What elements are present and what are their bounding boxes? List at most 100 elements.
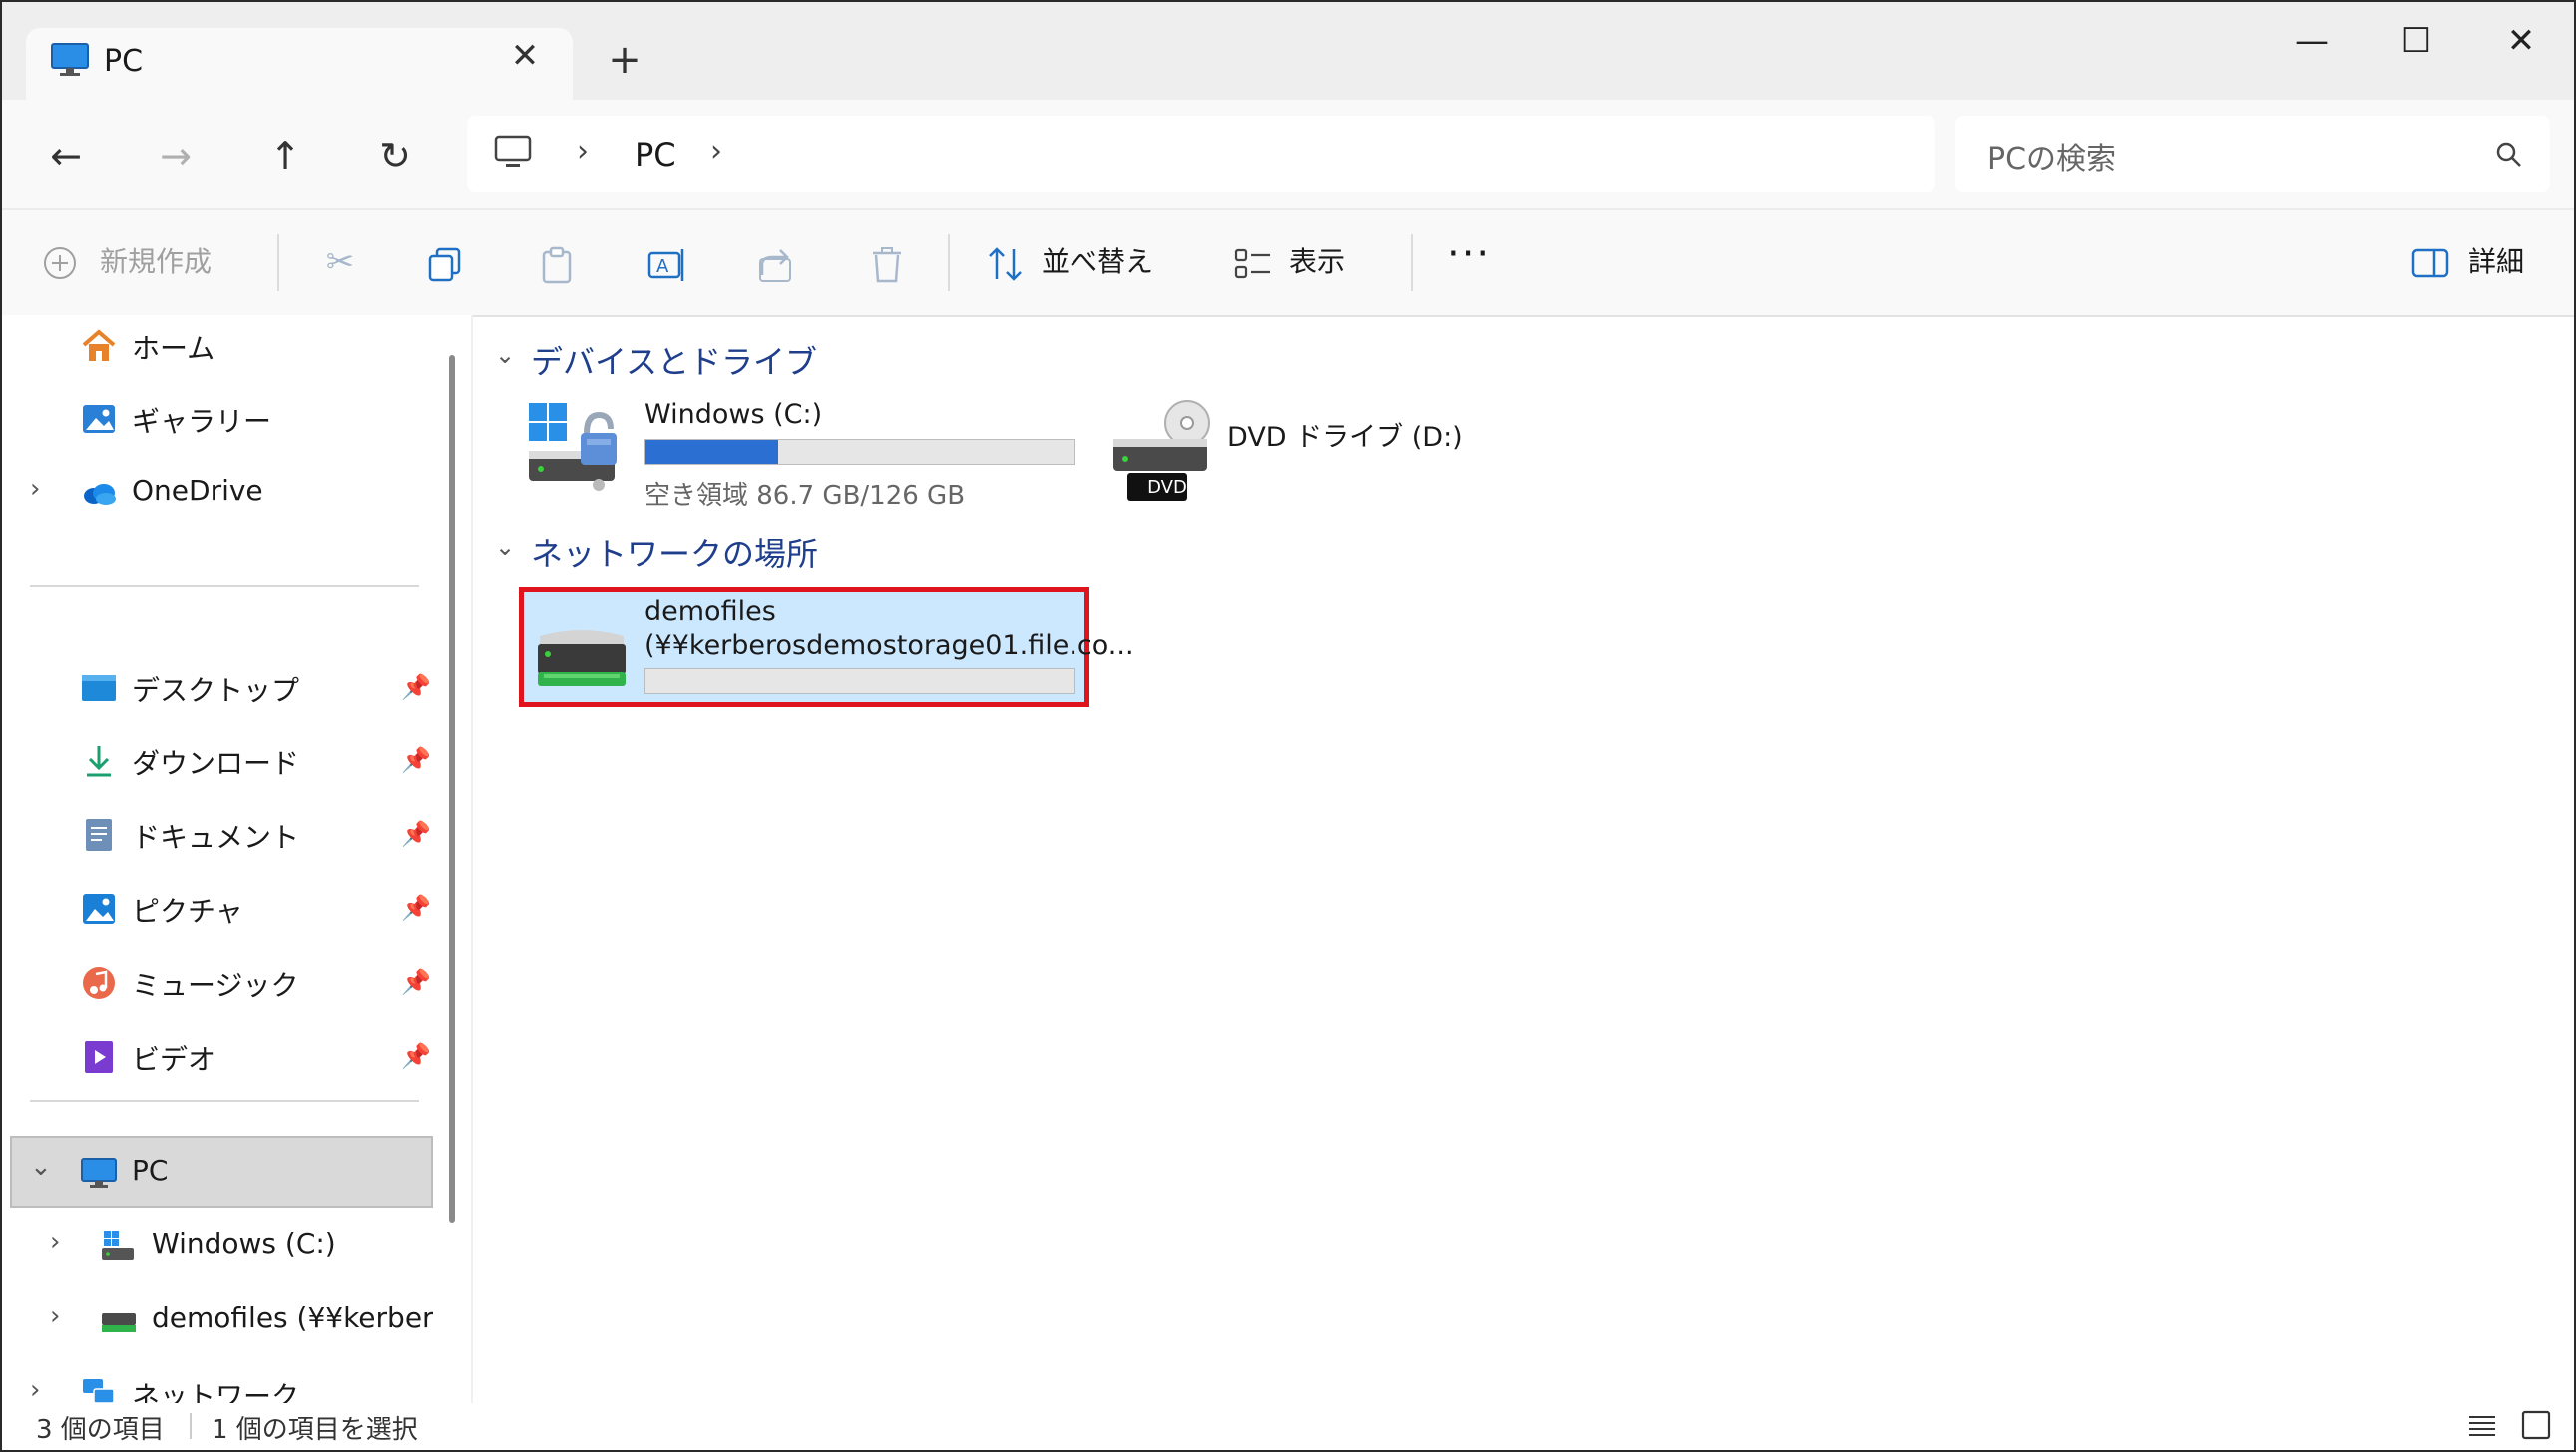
sidebar-item-label: Windows (C:) bbox=[152, 1227, 336, 1260]
sidebar-item-label: OneDrive bbox=[132, 474, 263, 507]
network-drive-tile[interactable]: demofiles (¥¥kerberosdemostorage01.file.… bbox=[519, 587, 1134, 707]
network-icon bbox=[83, 1379, 115, 1403]
sidebar-item-label: デスクトップ bbox=[132, 674, 300, 707]
sidebar-item-home[interactable]: ホーム bbox=[2, 315, 441, 375]
pin-icon[interactable]: 📌 bbox=[401, 673, 431, 701]
new-button[interactable]: 新規作成 bbox=[100, 240, 212, 285]
pictures-icon bbox=[83, 894, 115, 924]
music-icon bbox=[83, 967, 115, 999]
section-network-locations[interactable]: ネットワークの場所 bbox=[531, 529, 818, 575]
network-drive-path: (¥¥kerberosdemostorage01.file.co... bbox=[644, 630, 1134, 661]
refresh-button[interactable]: ↻ bbox=[367, 128, 423, 184]
dvd-badge: DVD bbox=[1147, 477, 1187, 498]
sidebar-item-desktop[interactable]: デスクトップ 📌 bbox=[2, 657, 441, 717]
sort-button[interactable]: 並べ替え bbox=[1042, 240, 1153, 285]
sidebar-item-label: ネットワーク bbox=[132, 1380, 300, 1403]
status-bar: 3 個の項目 1 個の項目を選択 bbox=[2, 1403, 2574, 1450]
document-icon bbox=[86, 819, 112, 851]
chevron-right-icon[interactable]: › bbox=[50, 1301, 60, 1331]
delete-icon[interactable] bbox=[868, 245, 906, 285]
view-button[interactable]: 表示 bbox=[1289, 240, 1345, 285]
drive-c-tile[interactable]: Windows (C:) 空き領域 86.7 GB/126 GB bbox=[519, 393, 1089, 511]
tab-close-icon[interactable]: ✕ bbox=[505, 36, 545, 76]
sidebar-item-label: ダウンロード bbox=[132, 747, 300, 780]
navigation-bar: ← → ↑ ↻ › PC › PCの検索 bbox=[2, 100, 2574, 208]
breadcrumb-pc[interactable]: PC bbox=[635, 136, 676, 174]
sidebar-item-pictures[interactable]: ピクチャ 📌 bbox=[2, 878, 441, 938]
drive-c-usage-fill bbox=[645, 440, 779, 464]
sidebar-item-label: ギャラリー bbox=[132, 405, 272, 438]
search-box[interactable]: PCの検索 bbox=[1955, 116, 2550, 192]
sidebar-item-documents[interactable]: ドキュメント 📌 bbox=[2, 804, 441, 864]
sidebar-item-demofiles[interactable]: › demofiles (¥¥kerberosde bbox=[22, 1289, 433, 1349]
details-view-icon[interactable] bbox=[2466, 1411, 2498, 1441]
tab-title: PC bbox=[104, 44, 144, 79]
section-devices-and-drives[interactable]: デバイスとドライブ bbox=[531, 337, 817, 383]
sidebar-item-label: demofiles (¥¥kerberosde bbox=[152, 1301, 433, 1334]
toolbar-separator bbox=[277, 234, 279, 291]
sidebar-item-network[interactable]: › ネットワーク bbox=[2, 1363, 441, 1403]
sidebar-item-onedrive[interactable]: › OneDrive bbox=[2, 462, 441, 522]
pin-icon[interactable]: 📌 bbox=[401, 968, 431, 996]
file-explorer-window: PC ✕ + — ☐ ✕ ← → ↑ ↻ › PC › PCの検索 新規作成 ✂… bbox=[0, 0, 2576, 1452]
sidebar-item-pc[interactable]: ⌄ PC bbox=[2, 1142, 441, 1202]
title-bar: PC ✕ + — ☐ ✕ bbox=[2, 2, 2574, 100]
copy-icon[interactable] bbox=[425, 245, 465, 283]
sidebar-item-label: ビデオ bbox=[132, 1043, 216, 1076]
sidebar-item-music[interactable]: ミュージック 📌 bbox=[2, 952, 441, 1012]
rename-icon[interactable]: A bbox=[646, 245, 688, 285]
pc-icon bbox=[51, 43, 89, 76]
toolbar-separator bbox=[1411, 234, 1413, 291]
search-placeholder: PCの検索 bbox=[1987, 142, 2117, 177]
address-bar[interactable]: › PC › bbox=[467, 116, 1935, 192]
sidebar-item-videos[interactable]: ビデオ 📌 bbox=[2, 1026, 441, 1086]
chevron-right-icon[interactable]: › bbox=[30, 474, 40, 504]
paste-icon[interactable] bbox=[537, 245, 577, 285]
drive-c-free-space: 空き領域 86.7 GB/126 GB bbox=[644, 481, 966, 511]
desktop-icon bbox=[82, 675, 116, 701]
computer-outline-icon bbox=[494, 135, 532, 167]
toolbar-separator bbox=[948, 234, 950, 291]
details-button[interactable]: 詳細 bbox=[2468, 240, 2524, 285]
sidebar-item-label: PC bbox=[132, 1154, 169, 1187]
drive-icon bbox=[102, 1231, 134, 1260]
pin-icon[interactable]: 📌 bbox=[401, 1042, 431, 1070]
chevron-right-icon[interactable]: › bbox=[710, 134, 722, 169]
chevron-down-icon[interactable]: ⌄ bbox=[30, 1152, 52, 1182]
download-icon bbox=[87, 746, 111, 777]
gallery-icon bbox=[83, 405, 115, 433]
pin-icon[interactable]: 📌 bbox=[401, 894, 431, 922]
view-icon bbox=[1234, 248, 1270, 279]
close-window-button[interactable]: ✕ bbox=[2486, 16, 2556, 66]
item-count: 3 個の項目 bbox=[36, 1415, 165, 1445]
share-icon[interactable] bbox=[756, 245, 798, 285]
forward-button[interactable]: → bbox=[148, 128, 204, 184]
drive-d-tile[interactable]: DVD DVD ドライブ (D:) bbox=[1107, 393, 1467, 511]
pin-icon[interactable]: 📌 bbox=[401, 820, 431, 848]
maximize-button[interactable]: ☐ bbox=[2381, 16, 2451, 66]
cut-icon[interactable]: ✂ bbox=[315, 238, 365, 287]
tab-pc[interactable]: PC ✕ bbox=[26, 28, 573, 100]
back-button[interactable]: ← bbox=[38, 128, 94, 184]
sidebar-divider bbox=[30, 585, 419, 587]
sidebar-item-gallery[interactable]: ギャラリー bbox=[2, 388, 441, 448]
chevron-right-icon: › bbox=[577, 134, 589, 169]
svg-text:A: A bbox=[656, 256, 669, 277]
minimize-button[interactable]: — bbox=[2277, 16, 2347, 66]
up-button[interactable]: ↑ bbox=[257, 128, 313, 184]
pin-icon[interactable]: 📌 bbox=[401, 746, 431, 774]
tiles-view-icon[interactable] bbox=[2520, 1409, 2552, 1441]
sidebar-item-downloads[interactable]: ダウンロード 📌 bbox=[2, 730, 441, 790]
video-icon bbox=[85, 1041, 113, 1073]
chevron-right-icon[interactable]: › bbox=[50, 1227, 60, 1257]
new-tab-button[interactable]: + bbox=[601, 36, 648, 84]
command-bar: 新規作成 ✂ A 並べ替え 表示 ··· 詳細 bbox=[2, 208, 2574, 317]
sidebar-item-windows-c[interactable]: › Windows (C:) bbox=[22, 1215, 461, 1275]
chevron-down-icon[interactable]: ⌄ bbox=[495, 341, 515, 369]
drive-c-name: Windows (C:) bbox=[644, 399, 823, 430]
search-icon[interactable] bbox=[2494, 140, 2524, 170]
sidebar-scrollbar[interactable] bbox=[449, 355, 455, 1223]
chevron-right-icon[interactable]: › bbox=[30, 1375, 40, 1403]
more-options-button[interactable]: ··· bbox=[1447, 232, 1491, 277]
chevron-down-icon[interactable]: ⌄ bbox=[495, 533, 515, 561]
